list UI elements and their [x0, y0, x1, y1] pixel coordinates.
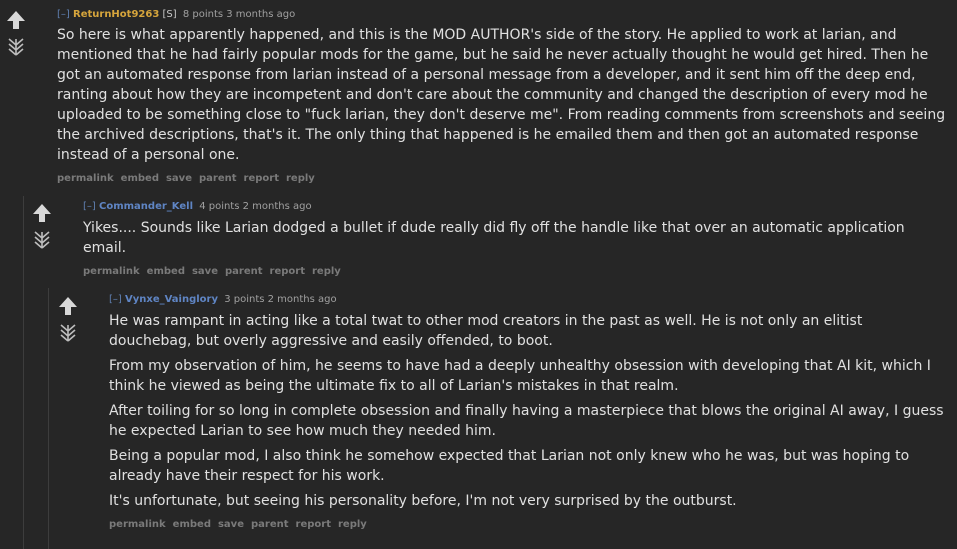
report-button[interactable]: report [270, 266, 305, 277]
report-button[interactable]: report [296, 519, 331, 530]
permalink-button[interactable]: permalink [57, 173, 114, 184]
comment-tagline: [–] Commander_Kell 4 points 2 months ago [83, 200, 948, 214]
downvote-arrow-icon[interactable] [30, 230, 54, 250]
comment-paragraph: From my observation of him, he seems to … [109, 358, 931, 394]
upvote-arrow-icon[interactable] [4, 9, 28, 33]
downvote-arrow-icon[interactable] [56, 323, 80, 343]
reply-button[interactable]: reply [286, 173, 315, 184]
report-button[interactable]: report [244, 173, 279, 184]
score-and-time: 3 points 2 months ago [224, 294, 337, 305]
downvote-arrow-icon[interactable] [4, 37, 28, 57]
comment-paragraph: Yikes.... Sounds like Larian dodged a bu… [83, 220, 905, 256]
parent-button[interactable]: parent [225, 266, 263, 277]
comment-body: He was rampant in acting like a total tw… [109, 311, 947, 511]
upvote-arrow-icon[interactable] [56, 295, 80, 319]
save-button[interactable]: save [166, 173, 192, 184]
comment-body: Yikes.... Sounds like Larian dodged a bu… [83, 218, 948, 258]
comment-tagline: [–] Vynxe_Vainglory 3 points 2 months ag… [109, 293, 947, 307]
comment-actions: permalink embed save parent report reply [83, 265, 948, 279]
vote-arrows [30, 202, 54, 250]
collapse-toggle[interactable]: [–] [109, 294, 122, 305]
reply-button[interactable]: reply [338, 519, 367, 530]
thread-line [23, 196, 24, 549]
author-link[interactable]: Commander_Kell [99, 201, 193, 212]
embed-button[interactable]: embed [173, 519, 211, 530]
save-button[interactable]: save [218, 519, 244, 530]
collapse-toggle[interactable]: [–] [57, 9, 70, 20]
thread-line [48, 288, 49, 549]
comment-body: So here is what apparently happened, and… [57, 25, 947, 165]
comment-paragraph: It's unfortunate, but seeing his persona… [109, 493, 737, 509]
comment-paragraph: So here is what apparently happened, and… [57, 27, 946, 163]
parent-button[interactable]: parent [199, 173, 237, 184]
parent-button[interactable]: parent [251, 519, 289, 530]
comment-paragraph: Being a popular mod, I also think he som… [109, 448, 910, 484]
embed-button[interactable]: embed [147, 266, 185, 277]
comment-tagline: [–] ReturnHot9263 [S] 8 points 3 months … [57, 8, 947, 22]
vote-arrows [4, 9, 28, 57]
vote-arrows [56, 295, 80, 343]
comment-paragraph: He was rampant in acting like a total tw… [109, 313, 863, 349]
permalink-button[interactable]: permalink [109, 519, 166, 530]
submitter-flag: [S] [162, 9, 177, 20]
comment-actions: permalink embed save parent report reply [109, 518, 947, 532]
comment-paragraph: After toiling for so long in complete ob… [109, 403, 944, 439]
author-link[interactable]: Vynxe_Vainglory [125, 294, 218, 305]
reply-button[interactable]: reply [312, 266, 341, 277]
embed-button[interactable]: embed [121, 173, 159, 184]
permalink-button[interactable]: permalink [83, 266, 140, 277]
author-link[interactable]: ReturnHot9263 [73, 9, 159, 20]
score-and-time: 4 points 2 months ago [199, 201, 312, 212]
collapse-toggle[interactable]: [–] [83, 201, 96, 212]
score-and-time: 8 points 3 months ago [182, 9, 296, 20]
upvote-arrow-icon[interactable] [30, 202, 54, 226]
save-button[interactable]: save [192, 266, 218, 277]
comment-actions: permalink embed save parent report reply [57, 172, 947, 186]
